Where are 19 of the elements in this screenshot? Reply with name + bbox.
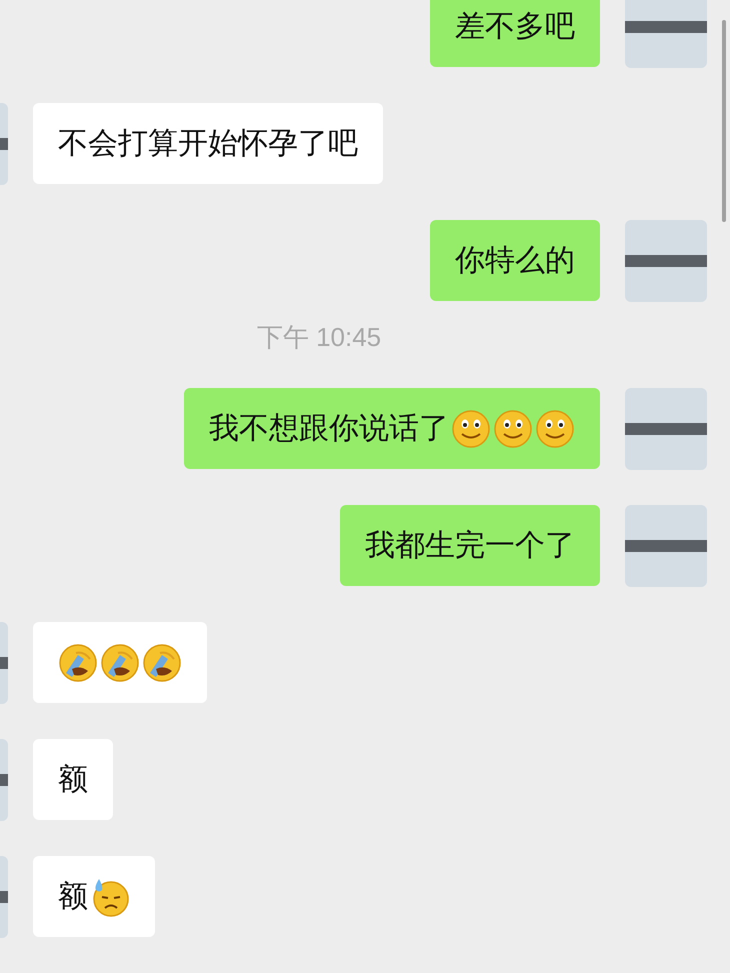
- received-message-bubble: 额: [33, 856, 155, 937]
- avatar-photo-placeholder[interactable]: [625, 388, 707, 470]
- sent-message-bubble: 我都生完一个了: [340, 505, 600, 586]
- sent-message-bubble: 差不多吧: [430, 0, 600, 67]
- face-with-hand-icon: [142, 642, 182, 682]
- sent-message-bubble: 你特么的: [430, 220, 600, 301]
- smiling-face-icon: [451, 408, 491, 448]
- face-with-hand-icon: [100, 642, 140, 682]
- smiling-face-icon: [493, 408, 533, 448]
- received-message-bubble: 额: [33, 739, 113, 820]
- sent-message-bubble: 我不想跟你说话了: [184, 388, 600, 469]
- avatar-photo-placeholder[interactable]: [625, 220, 707, 302]
- message-timestamp: 下午 10:45: [256, 321, 382, 353]
- face-with-hand-icon: [58, 642, 98, 682]
- avatar-photo-placeholder[interactable]: [625, 505, 707, 587]
- received-message-bubble: 不会打算开始怀孕了吧: [33, 103, 383, 184]
- smiling-face-icon: [535, 408, 575, 448]
- avatar-photo-placeholder[interactable]: [625, 0, 707, 68]
- scrollbar[interactable]: [722, 20, 726, 222]
